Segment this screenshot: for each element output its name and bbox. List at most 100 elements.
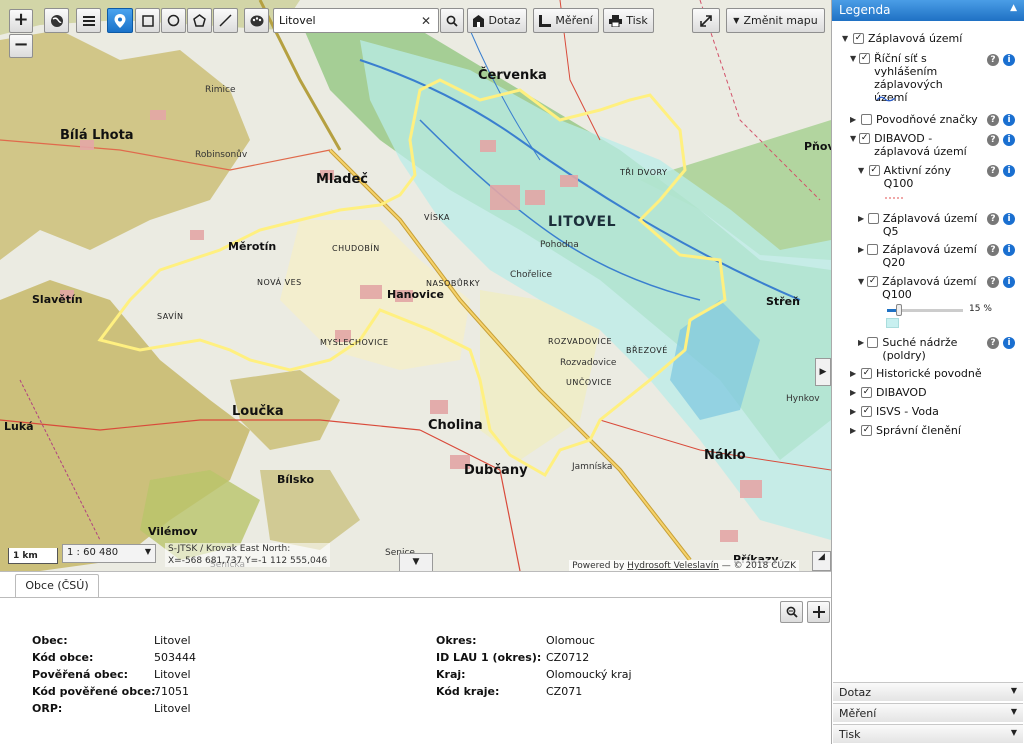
- search-input[interactable]: [274, 9, 416, 32]
- info-icon[interactable]: i: [1003, 276, 1015, 288]
- legend-item[interactable]: ▼ ✓ Záplavová území: [842, 32, 1022, 45]
- layer-checkbox[interactable]: ✓: [861, 406, 872, 417]
- layer-checkbox[interactable]: [867, 244, 879, 255]
- search-button[interactable]: [440, 8, 464, 33]
- legend-item[interactable]: ▼ ✓ Aktivní zóny Q100: [858, 164, 980, 190]
- map-label: Rimice: [205, 85, 236, 95]
- help-icon[interactable]: ?: [987, 337, 999, 349]
- measure-button[interactable]: Měření: [533, 8, 599, 33]
- layer-checkbox[interactable]: [861, 114, 872, 125]
- help-icon[interactable]: ?: [987, 276, 999, 288]
- info-icon[interactable]: i: [1003, 244, 1015, 256]
- chevron-down-icon: ▼: [144, 547, 151, 556]
- fullscreen-button[interactable]: [692, 8, 720, 33]
- map-label: Střeň: [766, 295, 800, 308]
- legend-item[interactable]: ▶ ✓ DIBAVOD: [850, 386, 1010, 399]
- draw-polygon-button[interactable]: [187, 8, 212, 33]
- help-icon[interactable]: ?: [987, 114, 999, 126]
- layer-checkbox[interactable]: ✓: [859, 53, 871, 64]
- change-map-button[interactable]: ▼ Změnit mapu: [726, 8, 825, 33]
- scale-select[interactable]: 1 : 60 480 ▼: [62, 544, 156, 563]
- zoom-out-button[interactable]: −: [9, 34, 33, 58]
- flood-symbol-icon: [886, 318, 899, 328]
- layer-checkbox[interactable]: ✓: [867, 276, 879, 287]
- layers-menu-button[interactable]: [76, 8, 101, 33]
- layer-checkbox[interactable]: [867, 337, 879, 348]
- info-icon[interactable]: i: [1003, 54, 1015, 66]
- legend-header[interactable]: Legenda ▲: [832, 0, 1024, 21]
- accordion-measure[interactable]: Měření ▼: [833, 703, 1023, 722]
- tab-obce[interactable]: Obce (ČSÚ): [15, 574, 99, 598]
- attribution-link[interactable]: Hydrosoft Veleslavín: [627, 561, 719, 571]
- attr-value: Litovel: [154, 668, 191, 681]
- search-icon: [446, 15, 458, 27]
- legend-item[interactable]: ▼ ✓ Říční síť s vyhlášením záplavových úze…: [850, 52, 978, 104]
- draw-line-button[interactable]: [213, 8, 238, 33]
- draw-circle-button[interactable]: [161, 8, 186, 33]
- attr-value: Olomouc: [546, 634, 595, 647]
- info-icon[interactable]: i: [1003, 134, 1015, 146]
- draw-rectangle-button[interactable]: [135, 8, 160, 33]
- collapse-panel-button[interactable]: ▼: [399, 553, 433, 571]
- legend-item[interactable]: ▼ ✓ Záplavová území Q100: [858, 275, 980, 301]
- query-button[interactable]: Dotaz: [467, 8, 527, 33]
- map-label: Luká: [4, 420, 34, 433]
- info-icon[interactable]: i: [1003, 114, 1015, 126]
- help-icon[interactable]: ?: [987, 213, 999, 225]
- help-icon[interactable]: ?: [987, 134, 999, 146]
- legend-item[interactable]: ▶ Povodňové značky: [850, 113, 990, 126]
- map-label: NOVÁ VES: [257, 278, 302, 287]
- attr-label: Kód obce:: [32, 651, 94, 664]
- rectangle-icon: [141, 14, 154, 27]
- scale-bar: 1 km: [8, 548, 58, 564]
- search-field[interactable]: ✕: [273, 8, 439, 33]
- legend-title: Legenda: [839, 3, 891, 17]
- accordion-query[interactable]: Dotaz ▼: [833, 682, 1023, 701]
- palette-icon: [250, 15, 263, 26]
- zoom-search-icon: [786, 606, 798, 618]
- divider: [0, 597, 831, 598]
- help-icon[interactable]: ?: [987, 244, 999, 256]
- layer-checkbox[interactable]: ✓: [853, 33, 864, 44]
- layer-checkbox[interactable]: [867, 213, 879, 224]
- legend-item[interactable]: ▶ Záplavová území Q20: [858, 243, 980, 269]
- resize-icon[interactable]: ◢: [812, 551, 831, 571]
- draw-style-button[interactable]: [244, 8, 269, 33]
- attr-value: 503444: [154, 651, 196, 664]
- zoom-to-feature-button[interactable]: [780, 601, 803, 623]
- legend-item[interactable]: ▶ Suché nádrže (poldry): [858, 336, 980, 362]
- info-icon[interactable]: i: [1003, 213, 1015, 225]
- print-button[interactable]: Tisk: [603, 8, 654, 33]
- draw-point-button[interactable]: [107, 8, 133, 33]
- legend-item[interactable]: ▶ ✓ ISVS - Voda: [850, 405, 1010, 418]
- layer-checkbox[interactable]: ✓: [861, 425, 872, 436]
- attr-value: Litovel: [154, 634, 191, 647]
- collapse-up-icon[interactable]: ▲: [1010, 3, 1017, 18]
- building-icon: [473, 14, 485, 27]
- clear-icon[interactable]: ✕: [416, 14, 436, 28]
- map-label: Hanovice: [387, 288, 444, 301]
- coordinate-readout: S-JTSK / Krovak East North: X=-568 681,7…: [165, 543, 331, 567]
- help-icon[interactable]: ?: [987, 54, 999, 66]
- layer-checkbox[interactable]: ✓: [861, 368, 872, 379]
- toggle-sidebar-button[interactable]: ▶: [815, 358, 831, 386]
- layer-checkbox[interactable]: ✓: [861, 387, 872, 398]
- river-symbol-icon: [876, 96, 896, 102]
- legend-item[interactable]: ▶ ✓ Správní členění: [850, 424, 1010, 437]
- help-icon[interactable]: ?: [987, 165, 999, 177]
- layer-checkbox[interactable]: ✓: [859, 133, 871, 144]
- accordion-print[interactable]: Tisk ▼: [833, 724, 1023, 743]
- layer-checkbox[interactable]: ✓: [868, 165, 880, 176]
- legend-item[interactable]: ▼ ✓ DIBAVOD - záplavová území: [850, 132, 990, 158]
- line-icon: [219, 14, 232, 27]
- info-icon[interactable]: i: [1003, 337, 1015, 349]
- legend-item[interactable]: ▶ ✓ Historické povodně: [850, 367, 1010, 380]
- zoom-in-button[interactable]: +: [9, 9, 33, 33]
- pan-to-feature-button[interactable]: [807, 601, 830, 623]
- globe-button[interactable]: [44, 8, 69, 33]
- opacity-slider[interactable]: 15 %: [885, 303, 995, 317]
- map-canvas[interactable]: Bílá Lhota Mladeč Červenka Měrotín Slavě…: [0, 0, 831, 571]
- legend-item[interactable]: ▶ Záplavová území Q5: [858, 212, 980, 238]
- info-icon[interactable]: i: [1003, 165, 1015, 177]
- attr-label: Kód kraje:: [436, 685, 500, 698]
